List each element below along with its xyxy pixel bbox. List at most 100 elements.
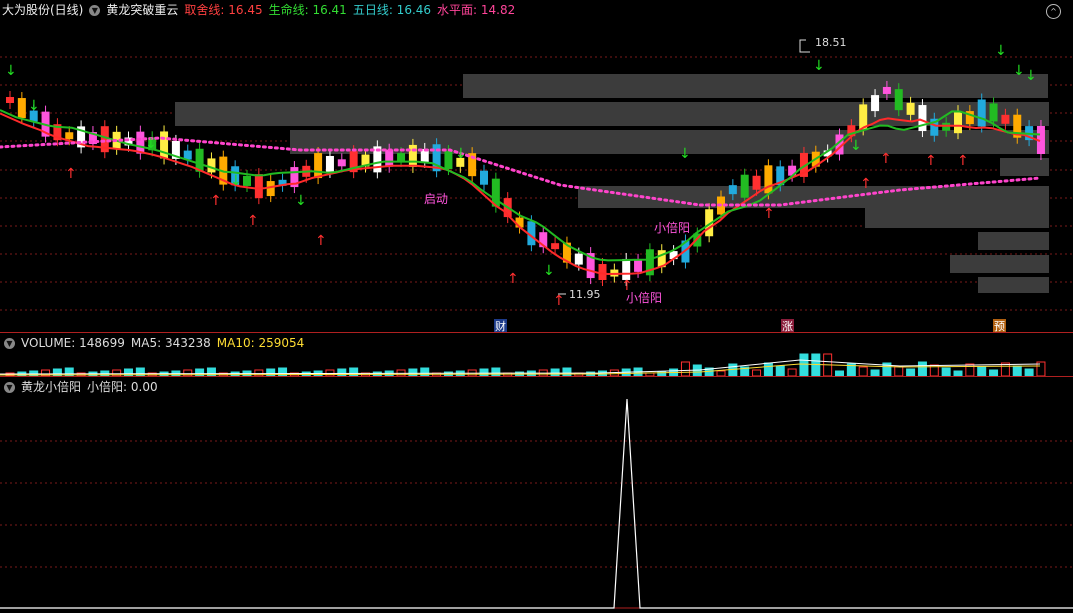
candle-body: [728, 185, 737, 195]
sub-indicator-header: ▼ 黄龙小倍阳 小倍阳: 0.00: [4, 377, 158, 397]
candle-body: [740, 174, 749, 198]
xiaobeiyang-signal-line: [0, 398, 1073, 609]
chevron-down-icon[interactable]: ▼: [4, 337, 15, 349]
volume-profile-band: [978, 277, 1049, 293]
candle-body: [160, 131, 169, 159]
sell-arrow-icon: ↓: [995, 43, 1007, 59]
sell-arrow-icon: ↓: [1025, 68, 1037, 84]
volume-profile-band: [175, 102, 1049, 126]
sell-arrow-icon: ↓: [5, 63, 17, 79]
volume-bar: [763, 362, 773, 377]
volume-bar: [1012, 365, 1022, 377]
volume-bar: [337, 368, 347, 377]
candle-body: [622, 258, 631, 280]
candle-body: [942, 122, 951, 131]
indicator-values: 取舍线: 16.45 生命线: 16.41 五日线: 16.46 水平面: 14.82: [184, 0, 521, 20]
candle-body: [243, 175, 251, 186]
candle-body: [954, 111, 962, 134]
sub-indicator-title[interactable]: 黄龙小倍阳: [21, 377, 81, 397]
volume-bar: [1024, 368, 1034, 377]
candle-body: [408, 144, 417, 167]
buy-arrow-icon: ↑: [247, 213, 259, 229]
sub-indicator-chart[interactable]: [0, 397, 1073, 613]
buy-arrow-icon: ↑: [315, 233, 327, 249]
sub-indicator-value: 小倍阳: 0.00: [87, 380, 158, 394]
stock-title: 大为股份(日线): [2, 3, 84, 17]
indicator-name[interactable]: 黄龙突破重云: [106, 0, 178, 20]
collapse-icon[interactable]: ^: [1046, 4, 1061, 19]
indicator-item-3: 水平面: 14.82: [437, 3, 516, 17]
candle-body: [634, 259, 643, 272]
xiaobeiyang-label-2: 小倍阳: [626, 290, 662, 305]
volume-chart[interactable]: [0, 350, 1073, 377]
candle-body: [906, 102, 915, 115]
sell-arrow-icon: ↓: [679, 146, 691, 162]
volume-bar: [799, 353, 809, 377]
volume-profile-band: [865, 208, 1049, 228]
volume-profile-band: [463, 74, 1048, 98]
candle-body: [977, 99, 986, 127]
candle-body: [65, 132, 74, 140]
candle-body: [574, 253, 583, 265]
chevron-down-icon[interactable]: ▼: [89, 4, 101, 16]
candle-body: [1001, 114, 1010, 124]
buy-arrow-icon: ↑: [957, 153, 969, 169]
volume-bar: [562, 367, 572, 377]
volume-profile-band: [950, 255, 1049, 273]
candle-body: [551, 243, 560, 250]
volume-bar: [858, 366, 868, 377]
candle-body: [136, 131, 145, 154]
candle-body: [17, 98, 26, 119]
volume-bar: [408, 368, 418, 377]
candle-body: [385, 149, 394, 167]
volume-bar: [917, 361, 927, 377]
buy-arrow-icon: ↑: [507, 271, 519, 287]
volume-bar: [894, 365, 904, 377]
volume-bar: [965, 363, 975, 377]
panel-divider[interactable]: [0, 376, 1073, 377]
volume-profile-band: [978, 232, 1049, 250]
buy-arrow-icon: ↑: [925, 153, 937, 169]
chevron-down-icon[interactable]: ▼: [4, 381, 15, 393]
sell-arrow-icon: ↓: [230, 173, 242, 189]
candle-body: [918, 105, 927, 132]
volume-bar: [787, 368, 797, 377]
candle-body: [752, 175, 761, 190]
main-chart-header: 大为股份(日线) ▼ 黄龙突破重云 取舍线: 16.45 生命线: 16.41 五日…: [2, 0, 521, 20]
candle-body: [480, 170, 488, 185]
main-price-chart[interactable]: ↑↑↑↑↑↑↑↑↑↑ ↑ ↑↓↓↓↓↓↓↓↓↓↓↓↓ ↓ 18.51 11.95 启动…: [0, 20, 1073, 333]
buy-arrow-icon: ↑: [553, 293, 565, 309]
candle-body: [254, 174, 263, 199]
candle-body: [314, 153, 323, 179]
indicator-item-0: 取舍线: 16.45: [184, 3, 263, 17]
sell-arrow-icon: ↓: [455, 146, 467, 162]
sell-arrow-icon: ↓: [295, 193, 307, 209]
volume-bar: [680, 361, 690, 377]
start-label: 启动: [424, 192, 448, 206]
candle-body: [871, 95, 880, 112]
volume-bar: [479, 368, 489, 377]
volume-bar: [420, 367, 430, 377]
indicator-item-1: 生命线: 16.41: [268, 3, 347, 17]
candle-body: [325, 155, 334, 172]
candle-body: [989, 103, 998, 122]
candle-body: [397, 153, 406, 162]
event-marker-cai[interactable]: 财: [495, 319, 506, 333]
buy-arrow-icon: ↑: [763, 206, 775, 222]
candle-body: [598, 264, 607, 281]
xiaobeiyang-label-1: 小倍阳: [654, 220, 690, 235]
candle-body: [6, 97, 14, 103]
indicator-item-2: 五日线: 16.46: [352, 3, 432, 17]
volume-bar: [491, 367, 501, 377]
sell-arrow-icon: ↓: [1013, 63, 1025, 79]
sell-arrow-icon: ↓: [28, 98, 40, 114]
volume-bar: [941, 367, 951, 377]
volume-bar: [775, 365, 785, 377]
buy-arrow-icon: ↑: [210, 193, 222, 209]
sell-arrow-icon: ↓: [813, 58, 825, 74]
buy-arrow-icon: ↑: [880, 151, 892, 167]
candle-body: [444, 151, 453, 170]
buy-arrow-icon: ↑: [860, 176, 872, 192]
sell-arrow-icon: ↓: [543, 263, 555, 279]
sell-arrow-icon: ↓: [145, 136, 157, 152]
